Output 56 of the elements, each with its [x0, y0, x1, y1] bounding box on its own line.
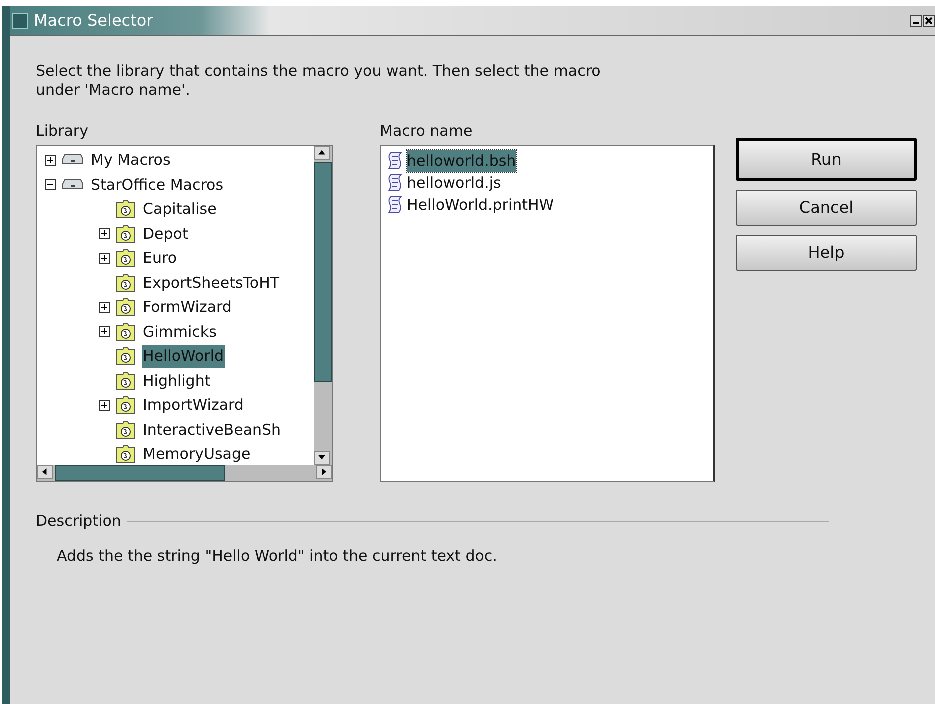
scroll-icon [387, 196, 403, 214]
window-icon [12, 12, 28, 28]
folder-icon [116, 322, 136, 342]
scroll-right-icon[interactable] [316, 465, 332, 479]
macro-item[interactable]: helloworld.js [407, 172, 502, 194]
folder-icon [116, 444, 136, 464]
window-title: Macro Selector [34, 10, 154, 32]
folder-icon [116, 199, 136, 220]
expand-icon[interactable] [99, 400, 110, 411]
minimize-button[interactable] [910, 14, 922, 26]
macro-item[interactable]: HelloWorld.printHW [407, 194, 554, 216]
scroll-down-icon[interactable] [314, 451, 330, 465]
folder-icon [116, 395, 136, 416]
tree-item[interactable]: My Macros [90, 149, 172, 172]
dialog-button[interactable]: Run [736, 138, 917, 181]
tree-item[interactable]: FormWizard [142, 296, 233, 318]
scroll-left-icon[interactable] [37, 465, 53, 479]
folder-icon [116, 297, 136, 318]
expand-icon[interactable] [99, 326, 110, 338]
tree-item[interactable]: Capitalise [142, 198, 218, 220]
collapse-icon[interactable] [45, 179, 56, 190]
tree-item[interactable]: Highlight [142, 370, 212, 392]
tree-item[interactable]: ExportSheetsToHT [142, 272, 281, 294]
folder-icon [116, 224, 136, 244]
dialog-button[interactable]: Cancel [736, 190, 917, 226]
expand-icon[interactable] [99, 228, 110, 240]
folder-icon [116, 370, 136, 391]
scroll-up-icon[interactable] [314, 146, 330, 160]
expand-icon[interactable] [99, 252, 110, 264]
description-label: Description [36, 511, 122, 532]
tree-item[interactable]: InteractiveBeanSh [142, 418, 282, 441]
dialog-button[interactable]: Help [736, 235, 917, 271]
folder-icon [116, 248, 136, 268]
expand-icon[interactable] [45, 154, 56, 166]
vertical-scrollbar[interactable] [314, 146, 332, 465]
scroll-icon [387, 174, 403, 192]
description-text: Adds the the string "Hello World" into the current text doc. [56, 546, 498, 566]
scroll-icon [387, 152, 403, 170]
folder-icon [116, 346, 136, 366]
macro-item[interactable]: helloworld.bsh [407, 150, 516, 172]
folder-icon [116, 272, 136, 293]
folder-icon [116, 420, 136, 440]
drive-icon [62, 154, 84, 166]
drive-icon [62, 178, 84, 191]
tree-item[interactable]: Depot [142, 222, 190, 245]
horizontal-scrollbar[interactable] [37, 465, 332, 481]
tree-item[interactable]: HelloWorld [142, 345, 226, 368]
tree-item[interactable]: MemoryUsage [142, 443, 252, 465]
expand-icon[interactable] [99, 302, 110, 313]
tree-item[interactable]: Gimmicks [142, 320, 218, 343]
tree-item[interactable]: ImportWizard [142, 394, 245, 416]
library-label: Library [36, 121, 90, 142]
tree-item[interactable]: Euro [142, 247, 178, 270]
macro-name-label: Macro name [380, 121, 474, 142]
tree-item[interactable]: StarOffice Macros [90, 174, 225, 196]
instructions: Select the library that contains the macro you want. Then select the macro under 'Macro name'. [36, 62, 602, 100]
